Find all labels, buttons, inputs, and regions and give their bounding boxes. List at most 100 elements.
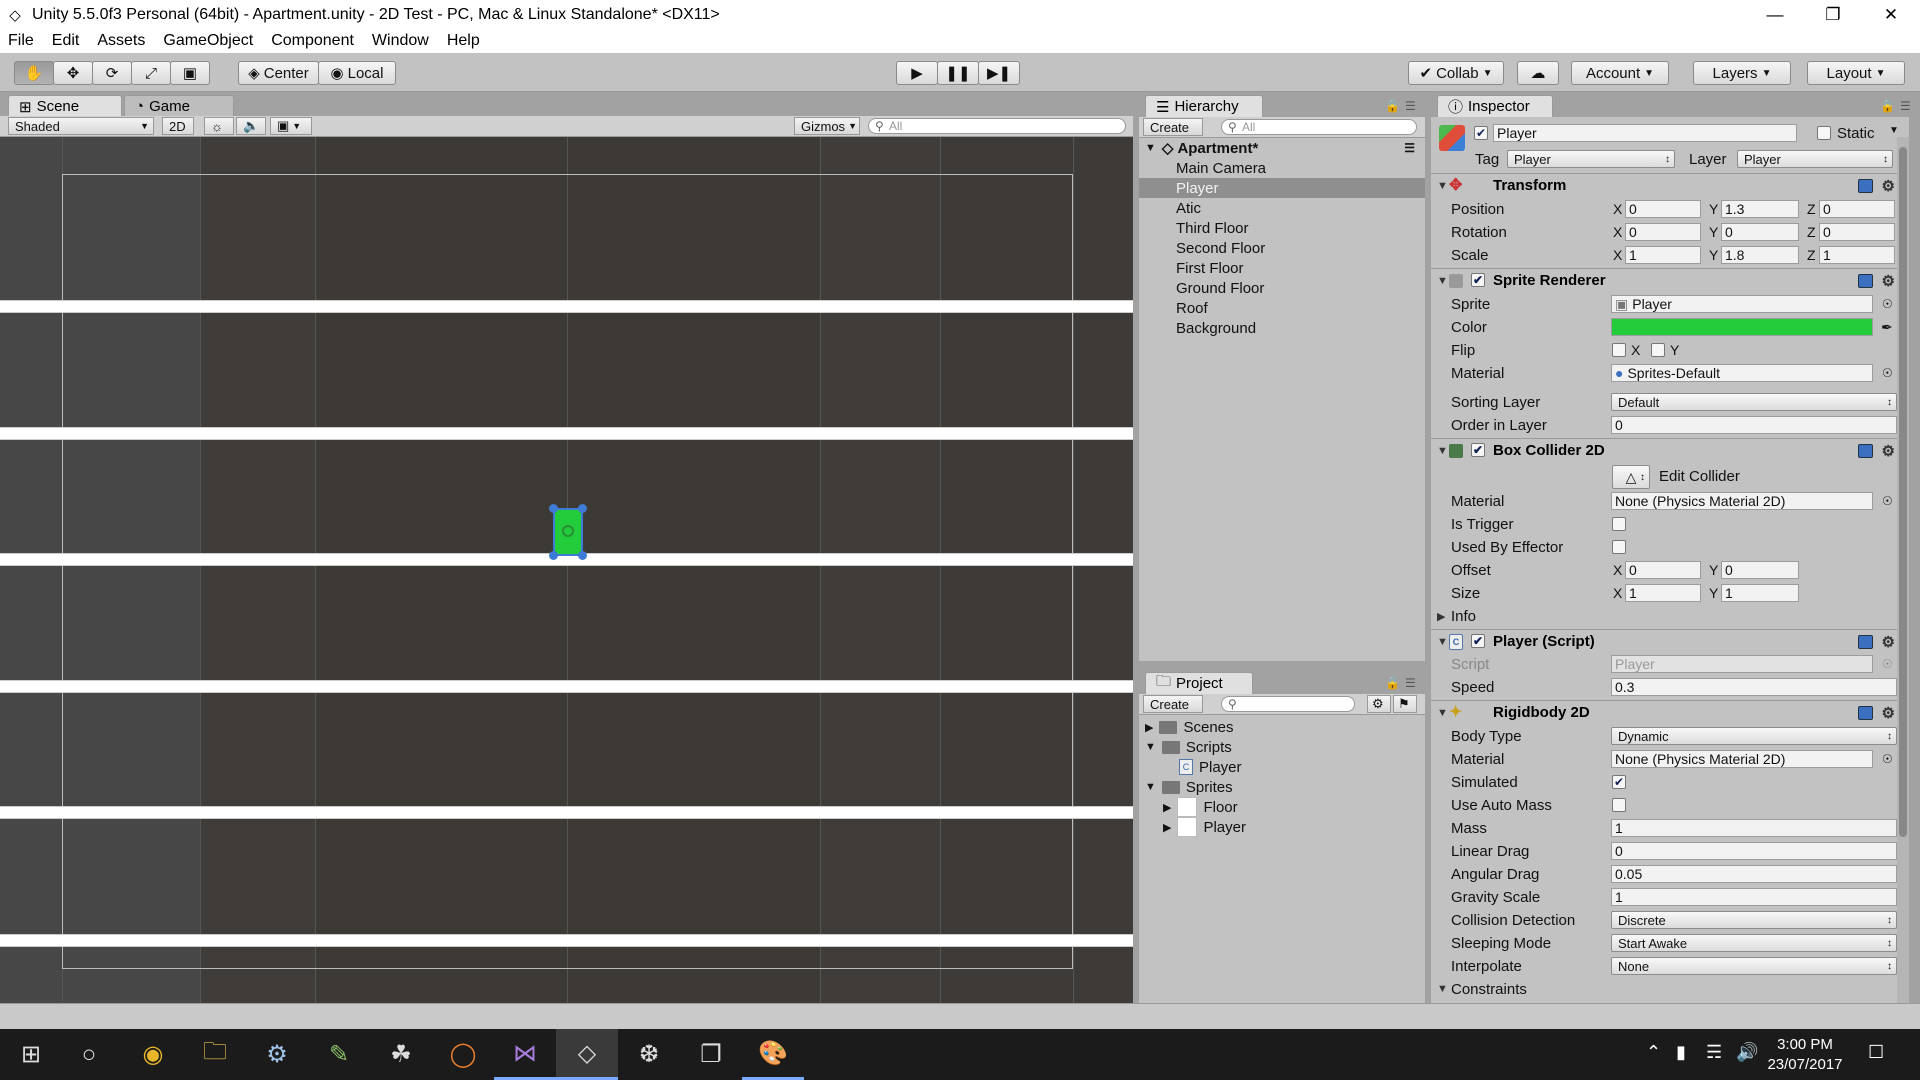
flip-y-checkbox[interactable] — [1651, 343, 1665, 357]
auto-mass-checkbox[interactable] — [1612, 798, 1626, 812]
taskbar-app[interactable]: ❆ — [618, 1029, 680, 1080]
wifi-icon[interactable]: ☴ — [1706, 1042, 1722, 1063]
scale-tool-button[interactable]: ⤢ — [131, 61, 171, 85]
linear-drag-field[interactable]: 0 — [1611, 842, 1897, 860]
size-y-field[interactable]: 1 — [1721, 584, 1799, 602]
tag-dropdown[interactable]: Player — [1507, 150, 1675, 168]
sprite-field[interactable]: ▣ Player — [1611, 295, 1873, 313]
material-field[interactable]: ● Sprites-Default — [1611, 364, 1873, 382]
player-script-header[interactable]: ▼ C ✔ Player (Script) ⚙ — [1431, 629, 1909, 653]
maximize-button[interactable]: ❐ — [1804, 0, 1862, 29]
menu-component[interactable]: Component — [271, 32, 354, 50]
lighting-toggle[interactable]: ☼ — [204, 117, 234, 135]
gizmos-dropdown[interactable]: Gizmos ▼ — [794, 117, 860, 135]
rb-material-field[interactable]: None (Physics Material 2D) — [1611, 750, 1873, 768]
rotate-tool-button[interactable]: ⟳ — [92, 61, 132, 85]
project-script[interactable]: C Player — [1179, 757, 1242, 777]
object-picker-icon[interactable]: ☉ — [1882, 752, 1893, 766]
hierarchy-item[interactable]: Second Floor — [1139, 238, 1425, 258]
filter-by-type-button[interactable]: ⚙ — [1367, 695, 1391, 713]
position-x-field[interactable]: 0 — [1625, 200, 1701, 218]
active-checkbox[interactable]: ✔ — [1474, 126, 1488, 140]
static-checkbox[interactable] — [1817, 126, 1831, 140]
panel-menu-icon[interactable]: ☰ — [1405, 99, 1416, 113]
lock-icon[interactable]: 🔒 — [1880, 99, 1895, 113]
menu-help[interactable]: Help — [447, 32, 480, 50]
hierarchy-item-selected[interactable]: Player — [1139, 178, 1425, 198]
constraints-foldout[interactable]: ▼ Constraints — [1431, 978, 1909, 1000]
gear-icon[interactable]: ⚙ — [1882, 272, 1895, 290]
scale-x-field[interactable]: 1 — [1625, 246, 1701, 264]
menu-file[interactable]: File — [8, 32, 34, 50]
help-icon[interactable] — [1858, 443, 1873, 458]
gear-icon[interactable]: ⚙ — [1882, 704, 1895, 722]
eyedropper-icon[interactable]: ✒ — [1881, 319, 1893, 336]
project-folder[interactable]: ▶ Scenes — [1145, 717, 1234, 737]
help-icon[interactable] — [1858, 705, 1873, 720]
effects-dropdown[interactable]: ▣ ▼ — [270, 117, 312, 135]
collision-detection-dropdown[interactable]: Discrete — [1611, 911, 1897, 929]
taskbar-clock[interactable]: 3:00 PM 23/07/2017 — [1760, 1035, 1850, 1075]
tab-hierarchy[interactable]: ☰ Hierarchy — [1145, 95, 1263, 117]
cortana-button[interactable]: ○ — [58, 1029, 120, 1080]
transform-header[interactable]: ▼ ✥ Transform ⚙ — [1431, 173, 1909, 197]
player-sprite[interactable] — [549, 504, 587, 560]
account-dropdown[interactable]: Account ▼ — [1571, 61, 1669, 85]
offset-y-field[interactable]: 0 — [1721, 561, 1799, 579]
position-z-field[interactable]: 0 — [1819, 200, 1895, 218]
project-search-input[interactable]: ⚲ — [1221, 696, 1355, 712]
help-icon[interactable] — [1858, 273, 1873, 288]
tab-project[interactable]: 🗀 Project — [1145, 672, 1253, 694]
sprite-renderer-header[interactable]: ▼ ✔ Sprite Renderer ⚙ — [1431, 268, 1909, 292]
battery-icon[interactable]: ▮ — [1676, 1042, 1686, 1063]
pivot-local-button[interactable]: ◉ Local — [318, 61, 396, 85]
sleeping-mode-dropdown[interactable]: Start Awake — [1611, 934, 1897, 952]
resize-handle[interactable] — [549, 504, 558, 513]
gear-icon[interactable]: ⚙ — [1882, 442, 1895, 460]
component-enabled-checkbox[interactable]: ✔ — [1471, 634, 1485, 648]
body-type-dropdown[interactable]: Dynamic — [1611, 727, 1897, 745]
scene-search-input[interactable]: ⚲ All — [868, 118, 1126, 134]
filter-by-label-button[interactable]: ⚑ — [1393, 695, 1417, 713]
hierarchy-search-input[interactable]: ⚲ All — [1221, 119, 1417, 135]
tab-inspector[interactable]: ⓘ Inspector — [1437, 95, 1553, 117]
rotation-x-field[interactable]: 0 — [1625, 223, 1701, 241]
scale-y-field[interactable]: 1.8 — [1721, 246, 1799, 264]
close-button[interactable]: ✕ — [1862, 0, 1920, 29]
play-button[interactable]: ▶ — [896, 61, 938, 85]
object-picker-icon[interactable]: ☉ — [1882, 366, 1893, 380]
speed-field[interactable]: 0.3 — [1611, 678, 1897, 696]
rotation-z-field[interactable]: 0 — [1819, 223, 1895, 241]
component-enabled-checkbox[interactable]: ✔ — [1471, 443, 1485, 457]
2d-toggle[interactable]: 2D — [162, 117, 194, 135]
taskbar-app[interactable]: ❐ — [680, 1029, 742, 1080]
layer-dropdown[interactable]: Player — [1737, 150, 1893, 168]
start-button[interactable]: ⊞ — [0, 1029, 62, 1080]
hierarchy-item[interactable]: Background — [1139, 318, 1425, 338]
hierarchy-item[interactable]: Third Floor — [1139, 218, 1425, 238]
shading-dropdown[interactable]: Shaded ▼ — [8, 117, 154, 135]
pause-button[interactable]: ❚❚ — [937, 61, 979, 85]
hierarchy-item[interactable]: Main Camera — [1139, 158, 1425, 178]
floor-sprite[interactable] — [0, 806, 1133, 819]
component-enabled-checkbox[interactable]: ✔ — [1471, 273, 1485, 287]
hierarchy-item[interactable]: Ground Floor — [1139, 278, 1425, 298]
offset-x-field[interactable]: 0 — [1625, 561, 1701, 579]
collider-material-field[interactable]: None (Physics Material 2D) — [1611, 492, 1873, 510]
rotation-y-field[interactable]: 0 — [1721, 223, 1799, 241]
taskbar-app[interactable]: ⋈ — [494, 1029, 556, 1080]
tab-game[interactable]: ◔ Game — [124, 95, 234, 117]
pivot-center-button[interactable]: ◈ Center — [238, 61, 319, 85]
edit-collider-button[interactable]: △ — [1612, 465, 1650, 489]
lock-icon[interactable]: 🔒 — [1385, 99, 1400, 113]
hierarchy-item[interactable]: First Floor — [1139, 258, 1425, 278]
interpolate-dropdown[interactable]: None — [1611, 957, 1897, 975]
taskbar-app[interactable]: ☘ — [370, 1029, 432, 1080]
object-picker-icon[interactable]: ☉ — [1882, 494, 1893, 508]
project-create-button[interactable]: Create — [1143, 695, 1203, 713]
resize-handle[interactable] — [549, 551, 558, 560]
mass-field[interactable]: 1 — [1611, 819, 1897, 837]
order-in-layer-field[interactable]: 0 — [1611, 416, 1897, 434]
scrollbar-thumb[interactable] — [1899, 147, 1907, 837]
taskbar-app[interactable]: ◉ — [122, 1029, 184, 1080]
